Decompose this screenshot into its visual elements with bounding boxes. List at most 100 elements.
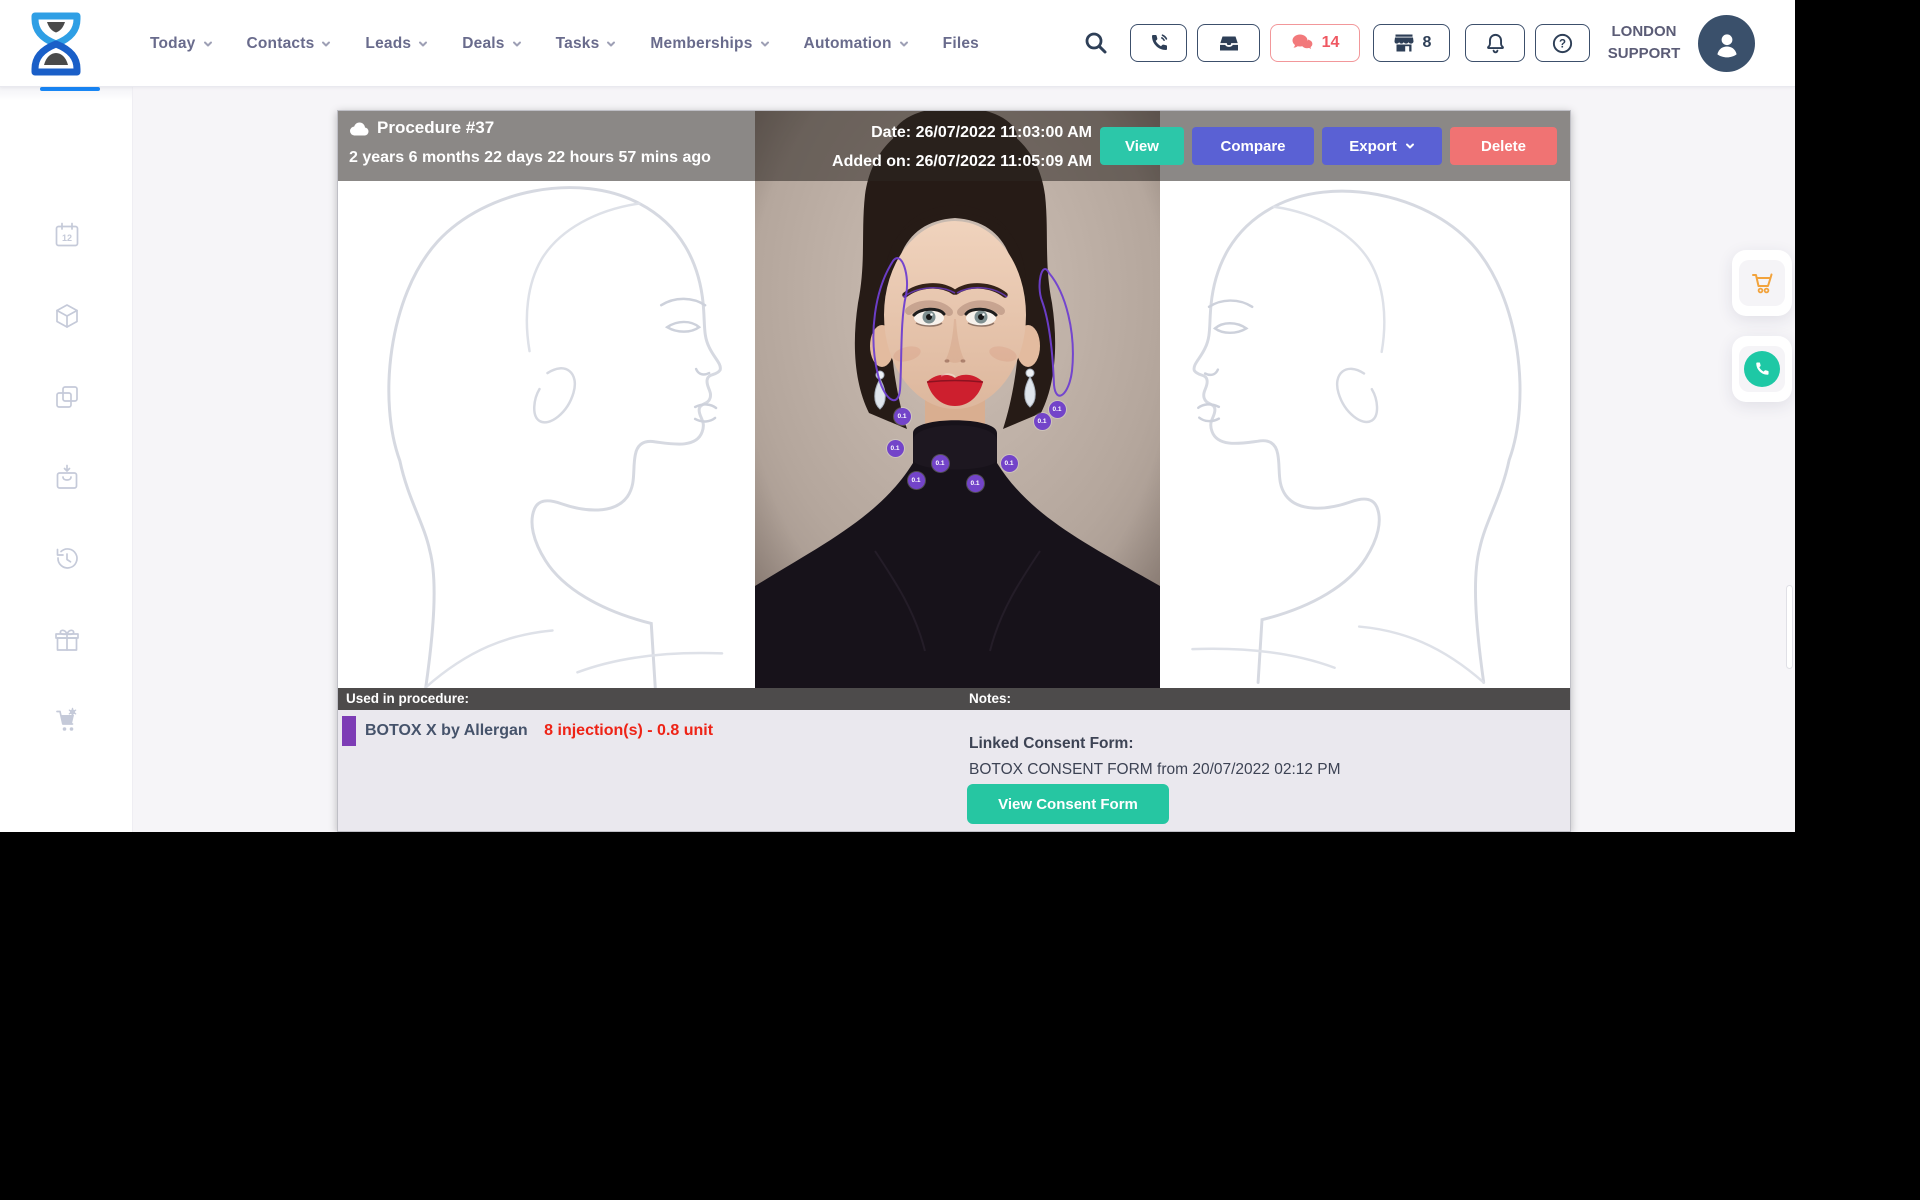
bag-download-icon [53,464,81,492]
screen: Today Contacts Leads Deals Tasks Members… [0,0,1920,1200]
nav-label: Tasks [556,35,600,53]
phone-icon [1148,32,1170,54]
injection-dot: 0.1 [967,475,984,492]
chevron-down-icon [899,39,909,49]
person-icon [1710,27,1744,61]
profile-drawing-left [338,111,755,688]
procedure-dates: Date: 26/07/2022 11:03:00 AM Added on: 2… [832,118,1092,176]
footer-section-bar: Used in procedure: Notes: [338,688,1570,710]
sidebar-item-orders[interactable] [53,464,81,492]
nav-label: Today [150,35,196,53]
procedure-header-overlay: Procedure #37 2 years 6 months 22 days 2… [338,111,1570,181]
chat-button[interactable]: 14 [1270,24,1360,62]
svg-text:12: 12 [62,233,72,243]
chat-count-badge: 14 [1322,34,1340,52]
cart-icon [1748,269,1776,297]
compare-label: Compare [1220,138,1285,155]
procedure-age: 2 years 6 months 22 days 22 hours 57 min… [349,149,711,167]
chevron-down-icon [760,39,770,49]
nav-label: Contacts [247,35,315,53]
main-nav: Today Contacts Leads Deals Tasks Members… [150,0,979,87]
cart-gear-icon [53,707,81,735]
procedure-title: Procedure #37 [377,118,494,138]
used-in-procedure-label: Used in procedure: [346,688,469,710]
phone-icon [1753,360,1771,378]
user-avatar[interactable] [1698,15,1755,72]
chevron-down-icon [321,39,331,49]
chevron-down-icon [512,39,522,49]
footer-body: BOTOX X by Allergan 8 injection(s) - 0.8… [338,710,1570,831]
nav-item-contacts[interactable]: Contacts [247,35,332,53]
view-consent-form-button[interactable]: View Consent Form [967,784,1169,824]
delete-label: Delete [1481,138,1526,155]
store-button[interactable]: 8 [1373,24,1450,62]
nav-item-leads[interactable]: Leads [365,35,428,53]
svg-text:?: ? [1559,38,1566,50]
scrollbar-thumb[interactable] [1786,585,1793,669]
account-line1: LONDON [1596,21,1692,43]
calendar-12-icon: 12 [53,221,81,249]
chevron-down-icon [203,39,213,49]
top-bar: Today Contacts Leads Deals Tasks Members… [0,0,1795,87]
injection-dot: 0.1 [932,455,949,472]
injection-dot: 0.1 [1049,401,1066,418]
compare-button[interactable]: Compare [1192,127,1314,165]
nav-label: Deals [462,35,504,53]
cloud-icon [349,121,369,136]
help-button[interactable]: ? [1535,24,1590,62]
injection-dot: 0.1 [887,440,904,457]
procedure-panel: 0.10.10.10.10.10.10.10.1 [337,110,1571,832]
bell-icon [1484,32,1507,55]
sidebar-item-history[interactable] [53,545,81,573]
nav-item-memberships[interactable]: Memberships [650,35,769,53]
nav-item-automation[interactable]: Automation [804,35,909,53]
nav-item-deals[interactable]: Deals [462,35,521,53]
delete-button[interactable]: Delete [1450,127,1557,165]
search-icon[interactable] [1083,30,1109,56]
nav-item-today[interactable]: Today [150,35,213,53]
sidebar-active-indicator [40,87,100,91]
sidebar-item-cart-settings[interactable] [53,707,81,735]
inbox-button[interactable] [1197,24,1260,62]
nav-label: Automation [804,35,892,53]
chat-bubbles-icon [1291,33,1315,53]
gift-icon [53,626,81,654]
nav-label: Leads [365,35,411,53]
hourglass-logo-icon [24,9,88,79]
procedure-photo[interactable]: 0.10.10.10.10.10.10.10.1 [755,111,1160,688]
floating-phone-widget[interactable] [1732,336,1792,402]
floating-cart-widget[interactable] [1732,250,1792,316]
nav-label: Memberships [650,35,752,53]
package-icon [53,302,81,330]
app-window: Today Contacts Leads Deals Tasks Members… [0,0,1795,832]
phone-button[interactable] [1130,24,1187,62]
store-count-badge: 8 [1423,34,1432,52]
chevron-down-icon [418,39,428,49]
nav-item-files[interactable]: Files [943,35,979,53]
export-button[interactable]: Export [1322,127,1442,165]
date-label: Date: [871,124,911,141]
export-label: Export [1349,138,1397,155]
inbox-icon [1217,32,1241,54]
added-value: 26/07/2022 11:05:09 AM [916,153,1092,170]
chevron-down-icon [1405,141,1415,151]
view-button[interactable]: View [1100,127,1184,165]
product-color-swatch [342,716,356,746]
sidebar-item-duplicates[interactable] [53,383,81,411]
injection-dot: 0.1 [908,472,925,489]
date-value: 26/07/2022 11:03:00 AM [916,124,1092,141]
sidebar-item-products[interactable] [53,302,81,330]
profile-drawing-right [1160,111,1570,688]
app-logo[interactable] [24,9,88,79]
account-line2: SUPPORT [1596,43,1692,65]
help-icon: ? [1551,32,1574,55]
account-location: LONDON SUPPORT [1596,21,1692,65]
nav-label: Files [943,35,979,53]
sidebar-item-gift-vouchers[interactable] [53,626,81,654]
sidebar-item-calendar[interactable]: 12 [53,221,81,249]
left-sidebar: 12 [0,87,133,832]
store-icon [1392,32,1416,54]
notifications-button[interactable] [1465,24,1525,62]
product-name: BOTOX X by Allergan [365,722,528,739]
nav-item-tasks[interactable]: Tasks [556,35,617,53]
